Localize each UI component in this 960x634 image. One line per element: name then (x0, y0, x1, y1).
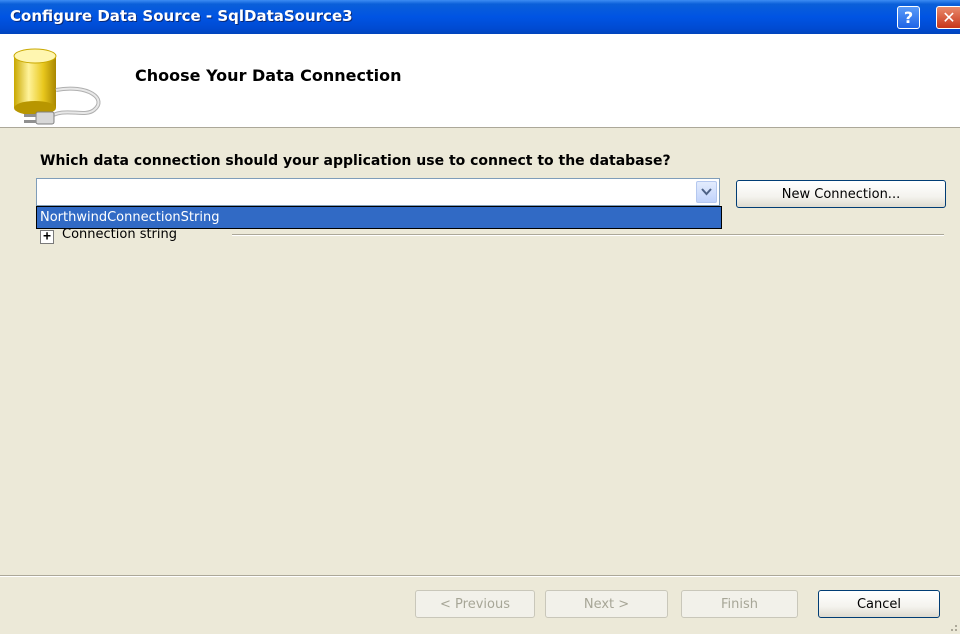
dropdown-arrow-button[interactable] (696, 181, 717, 203)
page-title: Choose Your Data Connection (135, 66, 402, 85)
connection-dropdown-list: NorthwindConnectionString (36, 206, 722, 229)
database-plug-icon (13, 48, 101, 125)
connection-string-divider (232, 234, 944, 236)
resize-grip-icon[interactable] (946, 620, 958, 632)
finish-button[interactable]: Finish (681, 590, 798, 618)
new-connection-button[interactable]: New Connection... (736, 180, 946, 208)
expand-icon[interactable]: + (40, 230, 54, 244)
configure-data-source-dialog: Configure Data Source - SqlDataSource3 ?… (0, 0, 960, 634)
close-button[interactable]: ✕ (936, 6, 960, 29)
connection-question: Which data connection should your applic… (40, 153, 671, 169)
connection-string-label[interactable]: Connection string (62, 227, 177, 242)
close-icon: ✕ (942, 8, 956, 27)
footer-divider (0, 575, 960, 577)
data-connection-combobox[interactable] (36, 178, 720, 206)
chevron-down-icon (701, 188, 712, 196)
help-button[interactable]: ? (897, 6, 920, 29)
next-button[interactable]: Next > (545, 590, 668, 618)
cancel-button[interactable]: Cancel (818, 590, 940, 618)
previous-button[interactable]: < Previous (415, 590, 535, 618)
dropdown-option-northwind[interactable]: NorthwindConnectionString (40, 210, 219, 225)
window-title: Configure Data Source - SqlDataSource3 (10, 7, 353, 25)
wizard-header: Choose Your Data Connection (0, 34, 960, 128)
title-bar[interactable]: Configure Data Source - SqlDataSource3 ?… (0, 0, 960, 34)
help-icon: ? (903, 8, 914, 27)
